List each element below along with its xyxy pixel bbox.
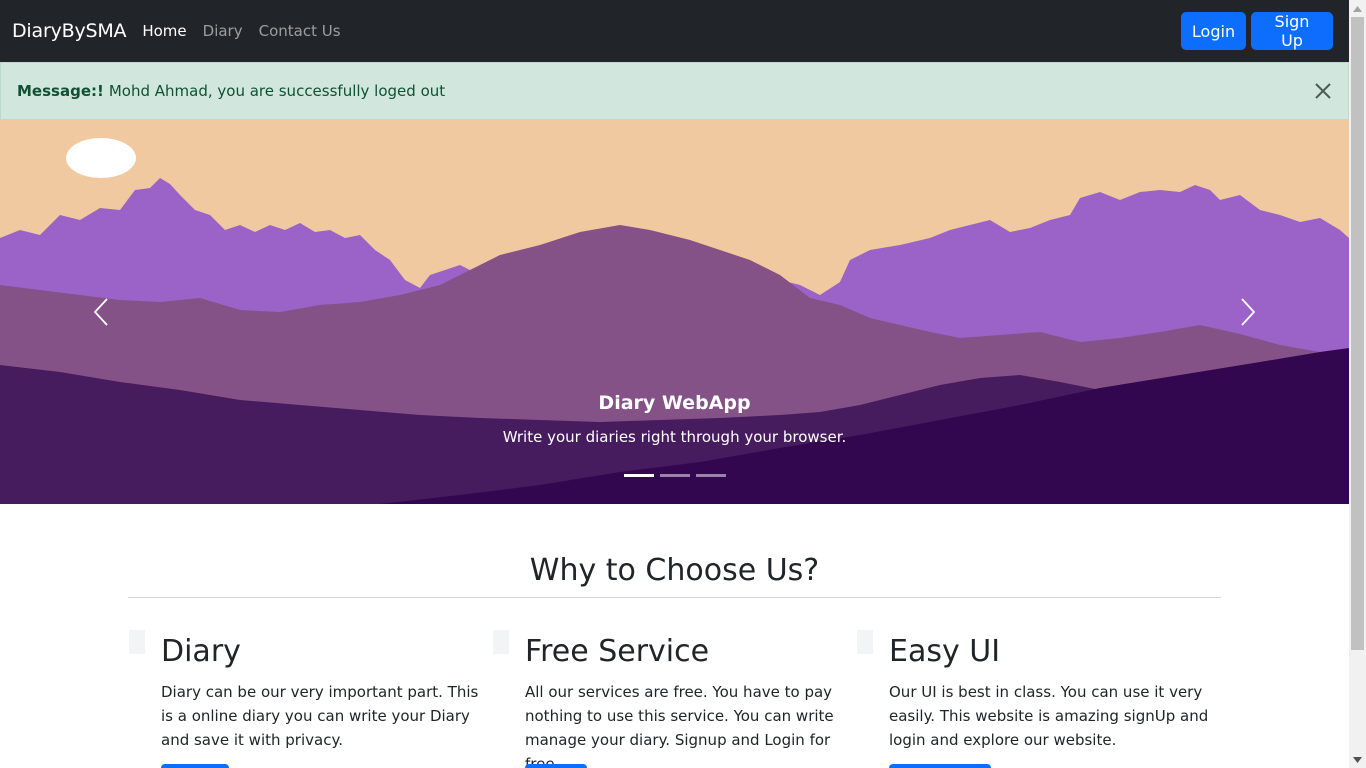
feature-text: Diary can be our very important part. Th…: [161, 683, 479, 749]
carousel-indicators: [624, 474, 732, 477]
page-scrollbar[interactable]: [1349, 0, 1366, 768]
nav-link-home[interactable]: Home: [142, 22, 186, 40]
carousel-next-button[interactable]: [1228, 290, 1268, 334]
section-divider: [128, 597, 1221, 598]
feature-image: [493, 630, 509, 654]
feature-title: Free Service: [525, 634, 710, 669]
scrollbar-thumb[interactable]: [1351, 17, 1364, 650]
moon-shape: [66, 138, 136, 178]
nav-link-diary[interactable]: Diary: [203, 22, 243, 40]
scroll-up-arrow-icon[interactable]: [1349, 0, 1366, 17]
feature-button[interactable]: [889, 764, 991, 768]
alert-label: Message:!: [17, 82, 104, 100]
feature-button[interactable]: [525, 764, 587, 768]
close-icon[interactable]: [1312, 80, 1334, 102]
top-navbar: DiaryBySMA Home Diary Contact Us Login S…: [0, 0, 1349, 62]
carousel-caption-text: Write your diaries right through your br…: [502, 428, 847, 446]
feature-text: Our UI is best in class. You can use it …: [889, 683, 1209, 749]
nav-link-contact[interactable]: Contact Us: [259, 22, 341, 40]
carousel-indicator-3[interactable]: [696, 474, 726, 477]
feature-image: [129, 630, 145, 654]
mountain-landscape-illustration: [0, 120, 1349, 504]
chevron-right-icon: [1241, 298, 1256, 326]
nav-links: Home Diary Contact Us: [142, 22, 356, 40]
section-title: Why to Choose Us?: [529, 553, 820, 588]
chevron-left-icon: [93, 298, 108, 326]
feature-text: All our services are free. You have to p…: [525, 683, 834, 768]
hero-carousel: Diary WebApp Write your diaries right th…: [0, 120, 1349, 504]
carousel-indicator-2[interactable]: [660, 474, 690, 477]
feature-title: Diary: [161, 634, 241, 669]
scroll-down-arrow-icon[interactable]: [1349, 751, 1366, 768]
signup-button[interactable]: Sign Up: [1251, 12, 1333, 50]
feature-button[interactable]: [161, 764, 229, 768]
feature-title: Easy UI: [889, 634, 1001, 669]
brand-link[interactable]: DiaryBySMA: [12, 20, 127, 42]
logout-alert: Message:! Mohd Ahmad, you are successful…: [0, 62, 1349, 120]
carousel-indicator-1[interactable]: [624, 474, 654, 477]
alert-message: Mohd Ahmad, you are successfully loged o…: [108, 82, 446, 100]
feature-image: [857, 630, 873, 654]
carousel-prev-button[interactable]: [81, 290, 121, 334]
login-button[interactable]: Login: [1181, 12, 1246, 50]
carousel-caption-title: Diary WebApp: [598, 392, 751, 414]
nav-actions: Login Sign Up: [1181, 12, 1333, 50]
